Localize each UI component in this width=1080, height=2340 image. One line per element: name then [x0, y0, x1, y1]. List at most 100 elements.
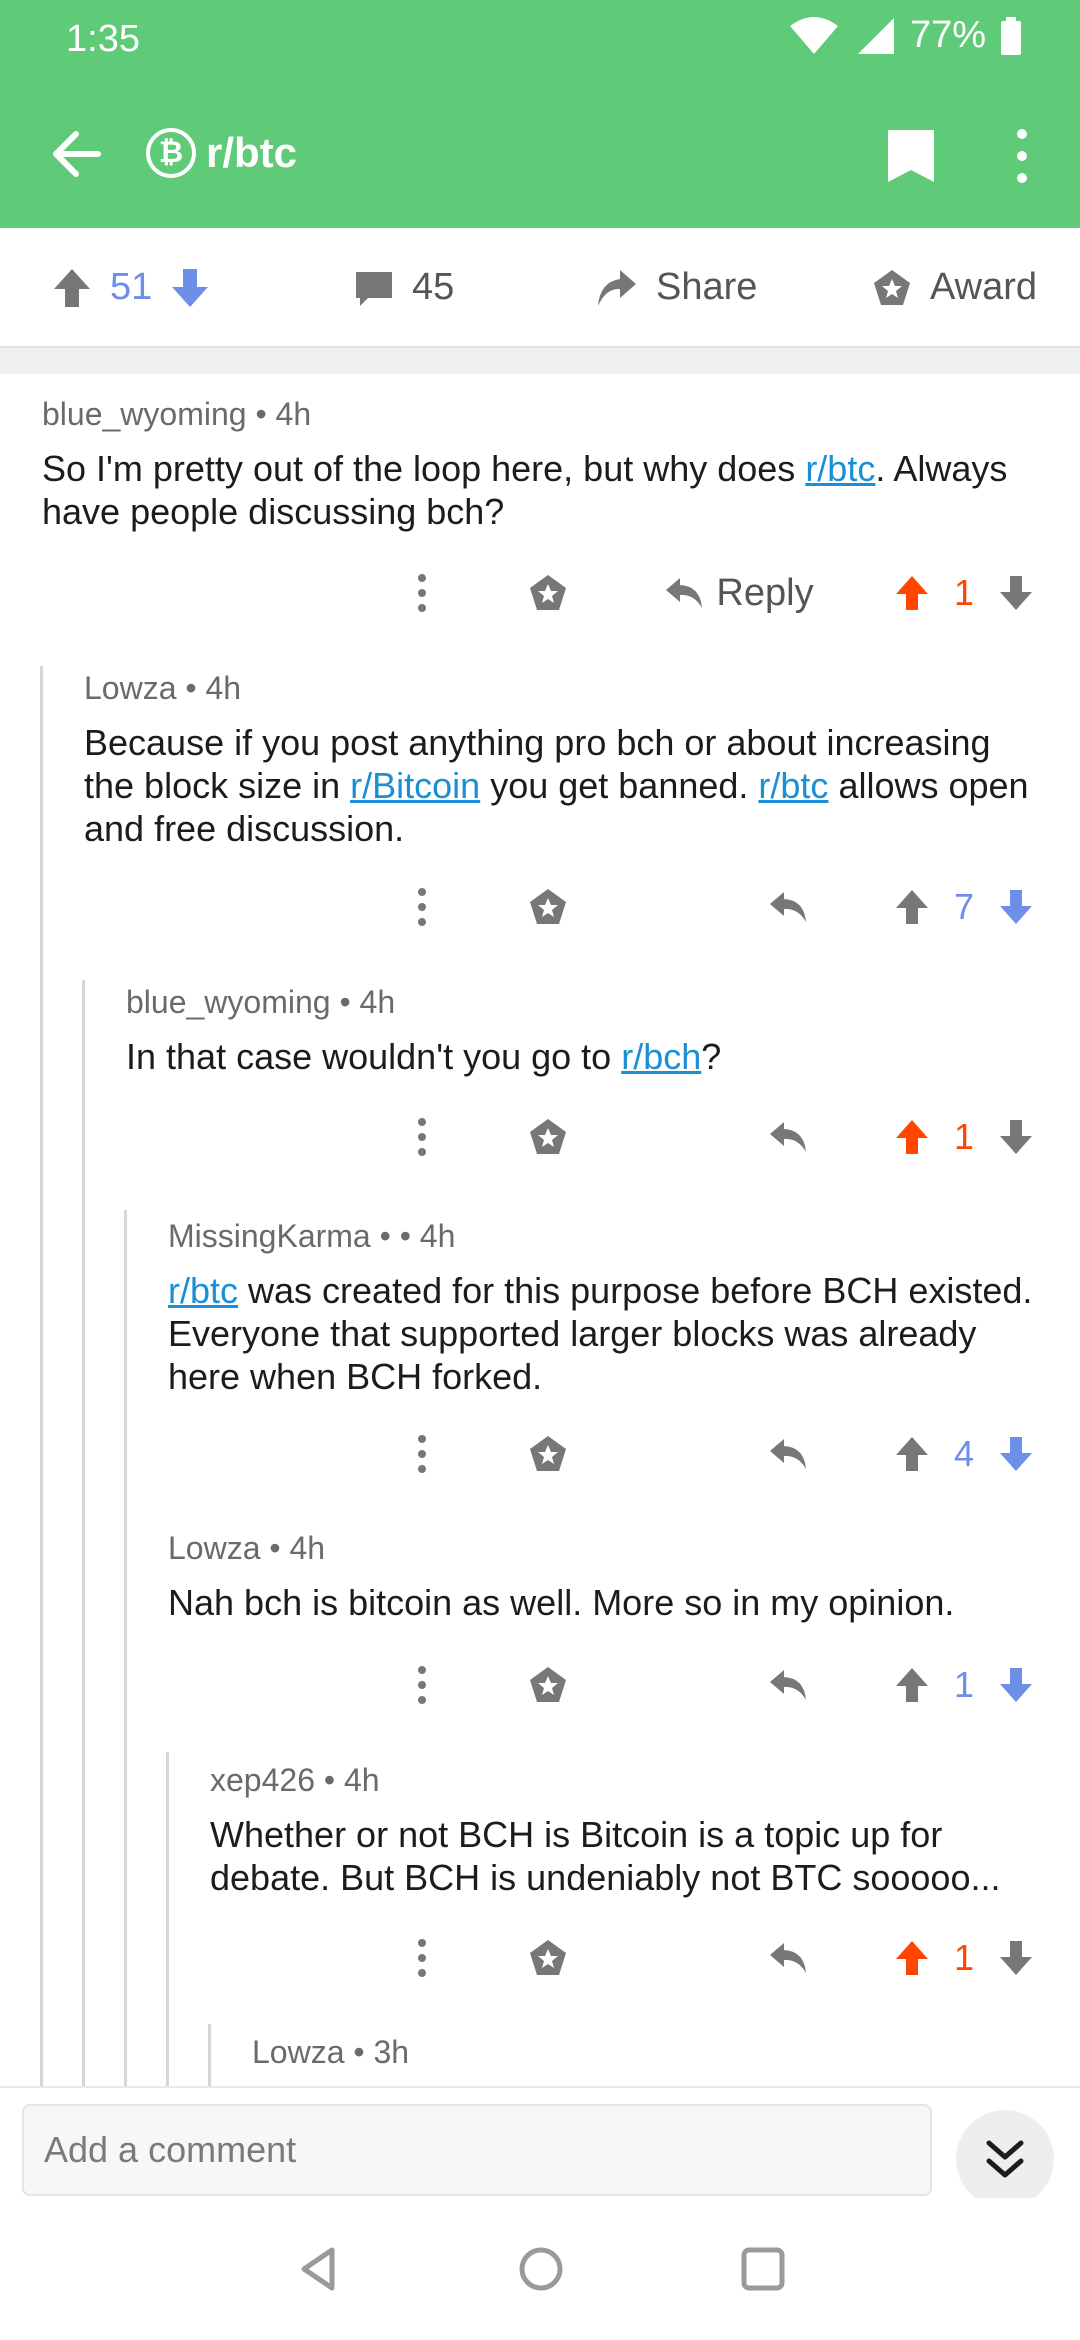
post-action-bar: 51 45 Share Award	[0, 228, 1080, 346]
nav-home-icon[interactable]	[516, 2244, 566, 2294]
more-options-button[interactable]	[402, 877, 442, 937]
give-award-button[interactable]	[526, 877, 570, 937]
subreddit-link[interactable]: r/btc	[758, 765, 828, 806]
subreddit-title[interactable]: ₿ r/btc	[146, 128, 297, 178]
comment[interactable]: Lowza • 3h	[252, 2034, 1032, 2071]
subreddit-name: r/btc	[206, 129, 298, 176]
comment-meta: xep426 • 4h	[210, 1762, 380, 1798]
upvote-icon[interactable]	[52, 267, 92, 309]
comment-text: In that case wouldn't you go to	[126, 1036, 622, 1077]
comment-composer: Add a comment	[0, 2086, 1080, 2208]
more-options-button[interactable]	[402, 1928, 442, 1988]
subreddit-link[interactable]: r/btc	[168, 1270, 238, 1311]
comment-meta: blue_wyoming • 4h	[126, 984, 396, 1020]
bitcoin-cash-icon: ₿	[146, 128, 196, 178]
give-award-button[interactable]	[526, 1928, 570, 1988]
section-divider	[0, 346, 1080, 374]
award-icon	[530, 1119, 566, 1154]
comment-author[interactable]: xep426	[210, 1762, 315, 1798]
comment-meta: Lowza • 4h	[84, 670, 242, 706]
share-button[interactable]: Share	[596, 266, 757, 309]
more-vertical-icon	[418, 574, 426, 612]
comment-actions: 1	[0, 1107, 1080, 1167]
give-award-button[interactable]	[526, 1655, 570, 1715]
comment[interactable]: Lowza • 4h Nah bch is bitcoin as well. M…	[168, 1530, 1048, 1624]
comment-author[interactable]: MissingKarma	[168, 1218, 371, 1254]
more-options-button[interactable]	[402, 1107, 442, 1167]
more-options-button[interactable]	[402, 1655, 442, 1715]
score-value: 1	[953, 1664, 975, 1705]
award-label: Award	[930, 266, 1038, 308]
give-award-button[interactable]	[526, 563, 570, 623]
downvote-button[interactable]	[994, 877, 1038, 937]
comment-age: 4h	[275, 396, 312, 432]
post-vote-group: 51	[52, 266, 210, 309]
subreddit-link[interactable]: r/btc	[805, 448, 875, 489]
comment[interactable]: blue_wyoming • 4h So I'm pretty out of t…	[42, 396, 1042, 533]
upvote-button[interactable]	[890, 563, 934, 623]
comment[interactable]: Lowza • 4h Because if you post anything …	[84, 670, 1044, 850]
downvote-button[interactable]	[994, 1655, 1038, 1715]
comment-author[interactable]: Lowza	[252, 2034, 345, 2070]
more-options-button[interactable]	[402, 1424, 442, 1484]
comment-age: 3h	[373, 2034, 410, 2070]
upvote-button[interactable]	[890, 1655, 934, 1715]
nav-recents-icon[interactable]	[738, 2244, 788, 2294]
award-button[interactable]: Award	[872, 266, 1037, 309]
reply-label: Reply	[716, 571, 814, 614]
downvote-button[interactable]	[994, 563, 1038, 623]
battery-percent: 77%	[909, 14, 986, 56]
upvote-icon	[896, 576, 928, 610]
comment-age: 4h	[289, 1530, 326, 1566]
upvote-button[interactable]	[890, 1107, 934, 1167]
upvote-icon	[896, 1120, 928, 1154]
downvote-icon[interactable]	[170, 267, 210, 309]
comment-author[interactable]: Lowza	[168, 1530, 261, 1566]
comment-actions: 7	[0, 877, 1080, 937]
back-arrow-icon[interactable]	[44, 122, 108, 186]
add-comment-input[interactable]: Add a comment	[22, 2104, 932, 2196]
give-award-button[interactable]	[526, 1424, 570, 1484]
more-options-icon[interactable]	[1000, 124, 1044, 188]
upvote-button[interactable]	[890, 877, 934, 937]
double-chevron-down-icon	[986, 2140, 1024, 2178]
nav-back-icon[interactable]	[294, 2244, 344, 2294]
upvote-button[interactable]	[890, 1928, 934, 1988]
reply-button[interactable]	[766, 1928, 810, 1988]
subreddit-link[interactable]: r/Bitcoin	[350, 765, 480, 806]
post-score: 51	[110, 266, 153, 308]
more-vertical-icon	[418, 1118, 426, 1156]
comment-age: 4h	[419, 1218, 456, 1254]
comment-author[interactable]: Lowza	[84, 670, 177, 706]
comment[interactable]: xep426 • 4h Whether or not BCH is Bitcoi…	[210, 1762, 1040, 1899]
share-label: Share	[656, 266, 758, 308]
comment[interactable]: MissingKarma • • 4h r/btc was created fo…	[168, 1218, 1048, 1398]
status-right: 77%	[788, 14, 1022, 57]
give-award-button[interactable]	[526, 1107, 570, 1167]
comment-score: 1	[944, 563, 984, 623]
more-options-button[interactable]	[402, 563, 442, 623]
downvote-icon	[1000, 1437, 1032, 1471]
reply-button[interactable]	[766, 1107, 810, 1167]
reply-button[interactable]	[766, 877, 810, 937]
comment-author[interactable]: blue_wyoming	[42, 396, 247, 432]
reply-button[interactable]: Reply	[654, 563, 824, 623]
bookmark-icon[interactable]	[884, 128, 938, 184]
comment[interactable]: blue_wyoming • 4h In that case wouldn't …	[126, 984, 1046, 1078]
reply-arrow-icon	[770, 1439, 806, 1469]
comment-text: ?	[701, 1036, 722, 1077]
subreddit-link[interactable]: r/bch	[621, 1036, 701, 1077]
downvote-button[interactable]	[994, 1107, 1038, 1167]
reply-button[interactable]	[766, 1424, 810, 1484]
comment-author[interactable]: blue_wyoming	[126, 984, 331, 1020]
reply-button[interactable]	[766, 1655, 810, 1715]
downvote-button[interactable]	[994, 1424, 1038, 1484]
comment-meta: Lowza • 3h	[252, 2034, 410, 2070]
upvote-button[interactable]	[890, 1424, 934, 1484]
comment-score: 4	[944, 1424, 984, 1484]
more-vertical-icon	[418, 1666, 426, 1704]
award-icon	[530, 1436, 566, 1471]
jump-to-next-button[interactable]	[956, 2110, 1054, 2208]
downvote-button[interactable]	[994, 1928, 1038, 1988]
comments-count-button[interactable]: 45	[354, 266, 454, 309]
